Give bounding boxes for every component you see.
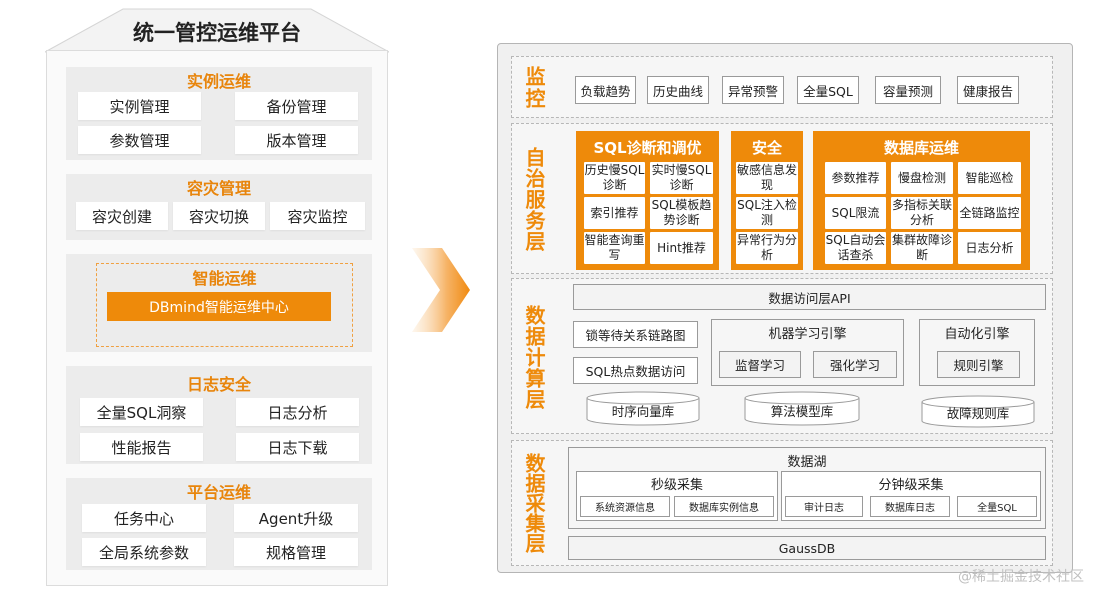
data-lake-title: 数据湖 <box>787 454 827 470</box>
supervised-learning-button[interactable]: 监督学习 <box>719 351 801 378</box>
db-ops-title: 数据库运维 <box>883 138 959 157</box>
sql-throttle-button[interactable]: SQL限流 <box>825 197 886 229</box>
ml-engine-title: 机器学习引擎 <box>768 326 847 342</box>
gaussdb-base: GaussDB <box>568 536 1046 560</box>
lock-wait-chain-button[interactable]: 锁等待关系链路图 <box>573 321 698 348</box>
agent-upgrade-button[interactable]: Agent升级 <box>234 504 358 532</box>
health-report-button[interactable]: 健康报告 <box>957 76 1019 104</box>
monitor-layer-label: 监控 <box>522 65 546 110</box>
instance-management-button[interactable]: 实例管理 <box>78 92 201 120</box>
spec-management-button[interactable]: 规格管理 <box>234 538 358 566</box>
sql-injection-button[interactable]: SQL注入检测 <box>736 197 798 229</box>
autonomous-layer-label: 自治服务层 <box>522 146 546 252</box>
section-title: 容灾管理 <box>186 179 251 198</box>
dr-switch-button[interactable]: 容灾切换 <box>173 202 265 230</box>
db-log-button[interactable]: 数据库日志 <box>870 496 950 517</box>
sensitive-info-button[interactable]: 敏感信息发现 <box>736 162 798 194</box>
system-resource-button[interactable]: 系统资源信息 <box>580 496 670 517</box>
section-title: 实例运维 <box>186 72 251 91</box>
section-title: 智能运维 <box>192 269 257 288</box>
sql-session-kill-button[interactable]: SQL自动会话查杀 <box>825 232 886 264</box>
flow-arrow-icon <box>412 248 470 332</box>
audit-log-button[interactable]: 审计日志 <box>785 496 863 517</box>
performance-report-button[interactable]: 性能报告 <box>80 433 203 461</box>
abnormal-behavior-button[interactable]: 异常行为分析 <box>736 232 798 264</box>
data-access-api: 数据访问层API <box>573 284 1046 310</box>
multi-metric-analysis-button[interactable]: 多指标关联分析 <box>891 197 953 229</box>
log-analysis-ops-button[interactable]: 日志分析 <box>958 232 1021 264</box>
sql-hot-access-button[interactable]: SQL热点数据访问 <box>573 357 698 384</box>
watermark: @稀土掘金技术社区 <box>958 569 1084 585</box>
sql-template-trend-button[interactable]: SQL模板趋势诊断 <box>650 197 713 229</box>
model-store-label: 算法模型库 <box>770 403 834 419</box>
capacity-forecast-button[interactable]: 容量预测 <box>875 76 941 104</box>
backup-management-button[interactable]: 备份管理 <box>235 92 358 120</box>
load-trend-button[interactable]: 负载趋势 <box>575 76 636 104</box>
db-instance-info-button[interactable]: 数据库实例信息 <box>674 496 774 517</box>
automation-engine-title: 自动化引擎 <box>944 326 1010 342</box>
history-curve-button[interactable]: 历史曲线 <box>647 76 709 104</box>
log-analysis-button[interactable]: 日志分析 <box>236 398 359 426</box>
full-sql-collect-button[interactable]: 全量SQL <box>957 496 1037 517</box>
dr-create-button[interactable]: 容灾创建 <box>76 202 168 230</box>
collect-layer-label: 数据采集层 <box>522 453 546 553</box>
full-sql-button[interactable]: 全量SQL <box>797 76 859 104</box>
reinforcement-learning-button[interactable]: 强化学习 <box>813 351 897 378</box>
dr-monitor-button[interactable]: 容灾监控 <box>270 202 365 230</box>
section-title: 日志安全 <box>186 375 251 394</box>
log-download-button[interactable]: 日志下载 <box>236 433 359 461</box>
full-link-monitor-button[interactable]: 全链路监控 <box>958 197 1021 229</box>
anomaly-alert-button[interactable]: 异常预警 <box>722 76 784 104</box>
rule-engine-button[interactable]: 规则引擎 <box>937 351 1020 378</box>
section-title: 平台运维 <box>186 483 251 502</box>
smart-inspection-button[interactable]: 智能巡检 <box>958 162 1021 194</box>
version-management-button[interactable]: 版本管理 <box>235 126 358 154</box>
security-title: 安全 <box>751 138 782 157</box>
global-params-button[interactable]: 全局系统参数 <box>82 538 206 566</box>
second-level-title: 秒级采集 <box>650 477 703 493</box>
full-sql-insight-button[interactable]: 全量SQL洞察 <box>80 398 203 426</box>
parameter-management-button[interactable]: 参数管理 <box>78 126 201 154</box>
sql-tuning-title: SQL诊断和调优 <box>593 138 702 157</box>
hint-recommend-button[interactable]: Hint推荐 <box>650 232 713 264</box>
index-recommend-button[interactable]: 索引推荐 <box>584 197 645 229</box>
history-slow-sql-button[interactable]: 历史慢SQL诊断 <box>584 162 645 194</box>
cluster-fault-diagnosis-button[interactable]: 集群故障诊断 <box>891 232 953 264</box>
param-recommend-button[interactable]: 参数推荐 <box>825 162 886 194</box>
platform-title: 统一管控运维平台 <box>133 21 301 45</box>
fault-rule-store-label: 故障规则库 <box>946 405 1010 421</box>
timeseries-store-label: 时序向量库 <box>611 403 675 419</box>
task-center-button[interactable]: 任务中心 <box>82 504 206 532</box>
compute-layer-label: 数据计算层 <box>522 304 546 410</box>
slow-disk-detect-button[interactable]: 慢盘检测 <box>891 162 953 194</box>
realtime-slow-sql-button[interactable]: 实时慢SQL诊断 <box>650 162 713 194</box>
minute-level-title: 分钟级采集 <box>878 477 944 493</box>
dbmind-center-button[interactable]: DBmind智能运维中心 <box>107 292 331 321</box>
query-rewrite-button[interactable]: 智能查询重写 <box>584 232 645 264</box>
